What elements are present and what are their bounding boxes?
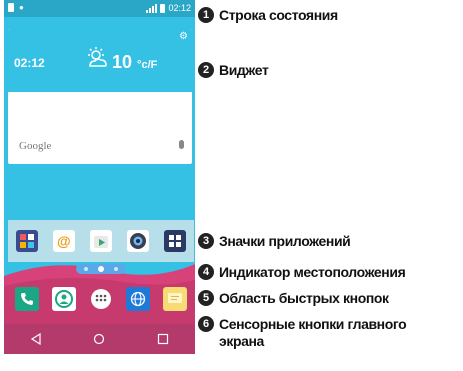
browser-icon	[131, 291, 146, 307]
callout-label: Область быстрых кнопок	[219, 290, 389, 306]
callout-number: 2	[198, 62, 214, 78]
battery-icon	[160, 3, 166, 13]
search-placeholder: Google	[19, 140, 52, 152]
sim-card-icon	[8, 3, 14, 12]
widget-time: 02:12	[14, 56, 45, 70]
page-dot-active	[98, 266, 104, 272]
callout-label: Значки приложений	[219, 233, 351, 249]
contacts-button[interactable]	[51, 287, 76, 311]
home-touch-buttons	[4, 324, 195, 354]
quick-buttons-area	[8, 279, 194, 319]
callout-number: 3	[198, 233, 214, 249]
callout-5: 5 Область быстрых кнопок	[198, 290, 463, 307]
temperature-value: 10	[112, 52, 133, 72]
microphone-icon[interactable]	[179, 140, 184, 149]
camera-icon	[130, 233, 147, 249]
messaging-button[interactable]	[163, 287, 188, 311]
callout-label: Сенсорные кнопки главного экрана	[219, 316, 407, 349]
phone-icon	[20, 293, 33, 305]
widget-header: ⚙ 02:12 10 °c/F	[8, 29, 192, 92]
status-bar[interactable]: ● 02:12	[4, 0, 195, 17]
play-store-app-icon[interactable]	[89, 230, 112, 252]
signal-icon	[146, 3, 158, 13]
callout-3: 3 Значки приложений	[198, 233, 463, 250]
callout-number: 1	[198, 7, 214, 23]
callout-number: 6	[198, 316, 214, 332]
email-icon: @	[56, 233, 71, 249]
temperature-unit: °c/F	[137, 59, 158, 71]
apps-folder-icon	[169, 235, 182, 247]
page-dot	[84, 267, 88, 271]
contacts-icon	[19, 234, 34, 248]
page-dot	[114, 267, 118, 271]
phone-button[interactable]	[14, 287, 39, 311]
camera-app-icon[interactable]	[127, 230, 150, 252]
page-indicator[interactable]	[76, 264, 126, 274]
contacts-icon	[54, 290, 73, 308]
callout-number: 4	[198, 264, 214, 280]
phone-screen: ● 02:12 ⚙ 02:12 10 °c/F Google @	[4, 0, 195, 354]
apps-button[interactable]	[89, 287, 113, 311]
messaging-icon	[168, 293, 183, 303]
status-bar-time: 02:12	[168, 3, 191, 13]
browser-button[interactable]	[126, 287, 151, 311]
callout-1: 1 Строка состояния	[198, 7, 463, 24]
callout-label: Строка состояния	[219, 7, 338, 23]
notification-icon: ●	[19, 3, 24, 12]
callout-4: 4 Индикатор местоположения	[198, 264, 463, 281]
play-store-icon	[93, 236, 108, 248]
callout-number: 5	[198, 290, 214, 306]
widget-temperature: 10 °c/F	[112, 52, 157, 73]
recent-apps-icon[interactable]	[157, 333, 169, 345]
callout-label: Индикатор местоположения	[219, 264, 406, 280]
email-app-icon[interactable]: @	[52, 230, 75, 252]
sun-cloud-icon	[88, 47, 107, 67]
callout-2: 2 Виджет	[198, 62, 463, 79]
apps-icon	[90, 289, 111, 309]
apps-folder-app-icon[interactable]	[164, 230, 187, 252]
home-icon[interactable]	[93, 333, 105, 345]
google-search-bar[interactable]: Google	[14, 135, 192, 159]
callout-label: Виджет	[219, 62, 269, 78]
app-icons-row: @	[8, 220, 194, 262]
back-icon[interactable]	[30, 333, 42, 345]
callout-6: 6 Сенсорные кнопки главного экрана	[198, 316, 451, 350]
contacts-app-icon[interactable]	[15, 230, 38, 252]
gear-icon[interactable]: ⚙	[179, 31, 188, 42]
